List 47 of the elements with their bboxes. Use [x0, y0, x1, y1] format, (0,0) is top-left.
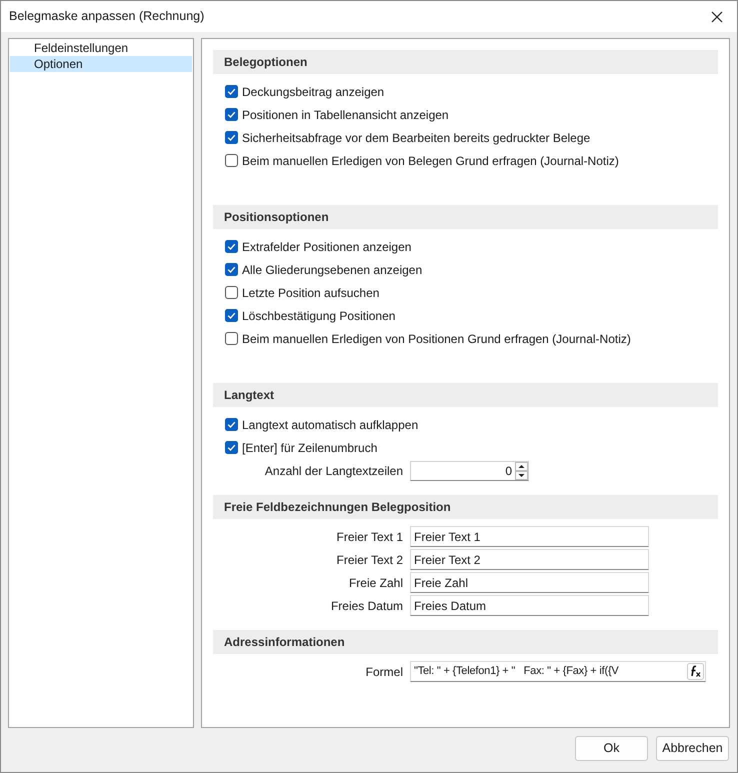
checkbox[interactable]: [225, 263, 238, 276]
field-label: Freier Text 2: [336, 552, 403, 566]
section-header: Adressinformationen: [213, 630, 718, 654]
checkbox[interactable]: [225, 309, 238, 322]
field-label: Freie Zahl: [348, 576, 403, 590]
section-header: Positionsoptionen: [213, 205, 718, 229]
text-field[interactable]: Freier Text 2: [410, 549, 649, 570]
checkbox-label[interactable]: Langtext automatisch aufklappen: [242, 416, 418, 434]
checkbox-label[interactable]: Beim manuellen Erledigen von Belegen Grund erfragen (Journal-Notiz): [242, 152, 619, 170]
section-header: Belegoptionen: [213, 50, 718, 74]
close-icon[interactable]: [711, 10, 723, 22]
checkbox[interactable]: [225, 131, 238, 144]
text-field[interactable]: Freier Text 1: [410, 526, 649, 547]
checkbox[interactable]: [225, 286, 238, 299]
field-label: Formel: [366, 664, 403, 678]
checkbox[interactable]: [225, 441, 238, 454]
sidebar-item[interactable]: Feldeinstellungen: [10, 40, 192, 56]
checkbox-label[interactable]: Extrafelder Positionen anzeigen: [242, 238, 412, 256]
checkbox-label[interactable]: Beim manuellen Erledigen von Positionen Grund erfragen (Journal-Notiz): [242, 330, 631, 348]
window-title: Belegmaske anpassen (Rechnung): [9, 8, 204, 26]
checkbox[interactable]: [225, 108, 238, 121]
section-header: Langtext: [213, 383, 718, 407]
field-label: Anzahl der Langtextzeilen: [264, 464, 403, 478]
checkbox-label[interactable]: Alle Gliederungsebenen anzeigen: [242, 260, 422, 278]
checkbox[interactable]: [225, 332, 238, 345]
checkbox-label[interactable]: Deckungsbeitrag anzeigen: [242, 82, 384, 100]
checkbox[interactable]: [225, 85, 238, 98]
checkbox[interactable]: [225, 418, 238, 431]
checkbox[interactable]: [225, 154, 238, 167]
checkbox-label[interactable]: Positionen in Tabellenansicht anzeigen: [242, 106, 449, 124]
dialog-button[interactable]: Ok: [575, 736, 648, 761]
checkbox-label[interactable]: Sicherheitsabfrage vor dem Bearbeiten bereits gedruckter Belege: [242, 128, 590, 146]
text-field[interactable]: Freie Zahl: [410, 572, 649, 593]
spin-arrows-icon[interactable]: [515, 462, 528, 480]
formula-field[interactable]: "Tel: " + {Telefon1} + " Fax: " + {Fax} + if({V: [410, 661, 706, 682]
checkbox-label[interactable]: Letzte Position aufsuchen: [242, 284, 380, 302]
text-field[interactable]: Freies Datum: [410, 595, 649, 616]
function-icon[interactable]: [687, 663, 704, 680]
checkbox-label[interactable]: Löschbestätigung Positionen: [242, 306, 396, 324]
checkbox-label[interactable]: [Enter] für Zeilenumbruch: [242, 438, 378, 456]
checkbox[interactable]: [225, 240, 238, 253]
field-label: Freier Text 1: [336, 530, 403, 544]
field-label: Freies Datum: [330, 598, 403, 612]
sidebar-item[interactable]: Optionen: [10, 56, 192, 72]
number-spinner[interactable]: 0: [410, 460, 529, 480]
dialog-button[interactable]: Abbrechen: [656, 736, 729, 761]
section-header: Freie Feldbezeichnungen Belegposition: [213, 495, 718, 519]
